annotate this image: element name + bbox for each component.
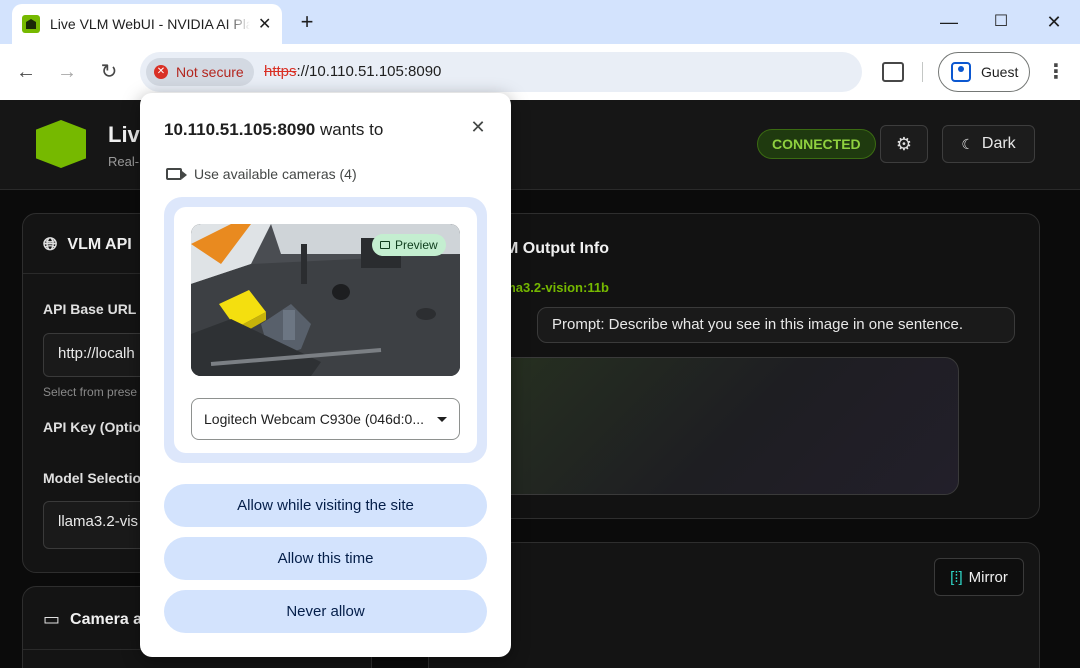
security-chip-label: Not secure xyxy=(176,64,244,80)
output-info-card: M Output Info ama3.2-vision:11b Prompt: … xyxy=(428,213,1040,519)
mirror-button[interactable]: [⁞] Mirror xyxy=(934,558,1024,596)
toolbar-divider xyxy=(922,62,923,82)
back-arrow-icon[interactable]: ← xyxy=(14,60,38,84)
mirror-icon: [⁞] xyxy=(950,568,963,586)
theme-toggle-button[interactable]: ☾ Dark xyxy=(942,125,1035,163)
video-card: [⁞] Mirror xyxy=(428,542,1040,668)
dropdown-arrow-icon xyxy=(437,416,447,422)
camera-preview-image: Preview xyxy=(191,224,460,376)
tab-strip: Live VLM WebUI - NVIDIA AI Pla ✕ + — ☐ ✕ xyxy=(0,0,1080,44)
lens-search-icon[interactable] xyxy=(882,62,904,82)
preview-badge-label: Preview xyxy=(395,238,438,252)
minimize-button[interactable]: — xyxy=(934,10,964,34)
url-text[interactable]: https://10.110.51.105:8090 xyxy=(264,63,441,80)
browser-tab[interactable]: Live VLM WebUI - NVIDIA AI Pla ✕ xyxy=(12,4,282,44)
allow-while-visiting-button[interactable]: Allow while visiting the site xyxy=(164,484,487,527)
maximize-button[interactable]: ☐ xyxy=(986,10,1016,34)
globe-icon: 🌐︎ xyxy=(43,234,58,254)
connection-status-badge: CONNECTED xyxy=(757,129,876,159)
profile-label: Guest xyxy=(981,64,1019,80)
close-icon[interactable]: ✕ xyxy=(468,117,488,139)
api-base-url-label: API Base URL xyxy=(43,301,137,317)
model-selection-label: Model Selectio xyxy=(43,470,142,486)
moon-icon: ☾ xyxy=(961,135,974,152)
browser-toolbar: ← → ↻ ✕ Not secure https://10.110.51.105… xyxy=(0,44,1080,100)
new-tab-button[interactable]: + xyxy=(296,8,318,36)
url-host: ://10.110.51.105:8090 xyxy=(296,63,442,80)
preview-camera-icon xyxy=(380,241,390,249)
model-name: ama3.2-vision:11b xyxy=(497,280,609,295)
allow-this-time-button[interactable]: Allow this time xyxy=(164,537,487,580)
api-key-label: API Key (Optio xyxy=(43,419,142,435)
gear-icon: ⚙ xyxy=(895,134,913,154)
settings-button[interactable]: ⚙ xyxy=(880,125,928,163)
theme-toggle-label: Dark xyxy=(981,135,1016,152)
url-protocol: https xyxy=(264,63,297,80)
vlm-api-title-text: VLM API xyxy=(67,235,132,253)
never-allow-button[interactable]: Never allow xyxy=(164,590,487,633)
prompt-display: Prompt: Describe what you see in this im… xyxy=(537,307,1015,343)
not-secure-icon: ✕ xyxy=(154,65,168,79)
profile-button[interactable]: Guest xyxy=(938,52,1030,92)
tab-title: Live VLM WebUI - NVIDIA AI Pla xyxy=(50,16,250,32)
permission-title-suffix: wants to xyxy=(315,120,384,139)
window-close-button[interactable]: ✕ xyxy=(1039,10,1069,34)
camera-request-label: Use available cameras (4) xyxy=(194,166,357,182)
mirror-label: Mirror xyxy=(968,568,1008,586)
video-camera-icon xyxy=(166,168,187,180)
camera-preview-panel: Preview Logitech Webcam C930e (046d:0... xyxy=(164,197,487,463)
reload-icon[interactable]: ↻ xyxy=(97,60,121,84)
address-bar[interactable]: ✕ Not secure https://10.110.51.105:8090 xyxy=(140,52,862,92)
output-text-box xyxy=(459,357,959,495)
security-chip[interactable]: ✕ Not secure xyxy=(146,58,254,86)
camera-select-value: Logitech Webcam C930e (046d:0... xyxy=(204,411,424,427)
output-info-title: M Output Info xyxy=(505,240,609,257)
preview-badge: Preview xyxy=(372,234,446,256)
camera-icon: ▭ xyxy=(43,609,61,629)
app-logo-icon xyxy=(36,120,86,168)
permission-origin: 10.110.51.105:8090 xyxy=(164,120,316,139)
browser-menu-icon[interactable]: ⋮ xyxy=(1046,60,1066,84)
permission-title: 10.110.51.105:8090 wants to xyxy=(164,120,383,140)
camera-card-title-text: Camera a xyxy=(70,610,143,628)
vlm-api-title: 🌐︎ VLM API xyxy=(43,234,132,255)
forward-arrow-icon[interactable]: → xyxy=(55,60,79,84)
camera-preview-inner: Preview Logitech Webcam C930e (046d:0... xyxy=(174,207,477,453)
tab-close-icon[interactable]: ✕ xyxy=(258,14,271,34)
camera-request-row: Use available cameras (4) xyxy=(166,166,357,182)
camera-permission-dialog: 10.110.51.105:8090 wants to ✕ Use availa… xyxy=(140,93,511,657)
api-base-url-helper: Select from prese xyxy=(43,385,138,399)
camera-card-title: ▭ Camera a xyxy=(43,609,142,630)
profile-avatar-icon xyxy=(951,62,971,82)
nvidia-favicon-icon xyxy=(22,15,40,33)
app-subtitle: Real- xyxy=(108,154,140,169)
camera-select-dropdown[interactable]: Logitech Webcam C930e (046d:0... xyxy=(191,398,460,440)
